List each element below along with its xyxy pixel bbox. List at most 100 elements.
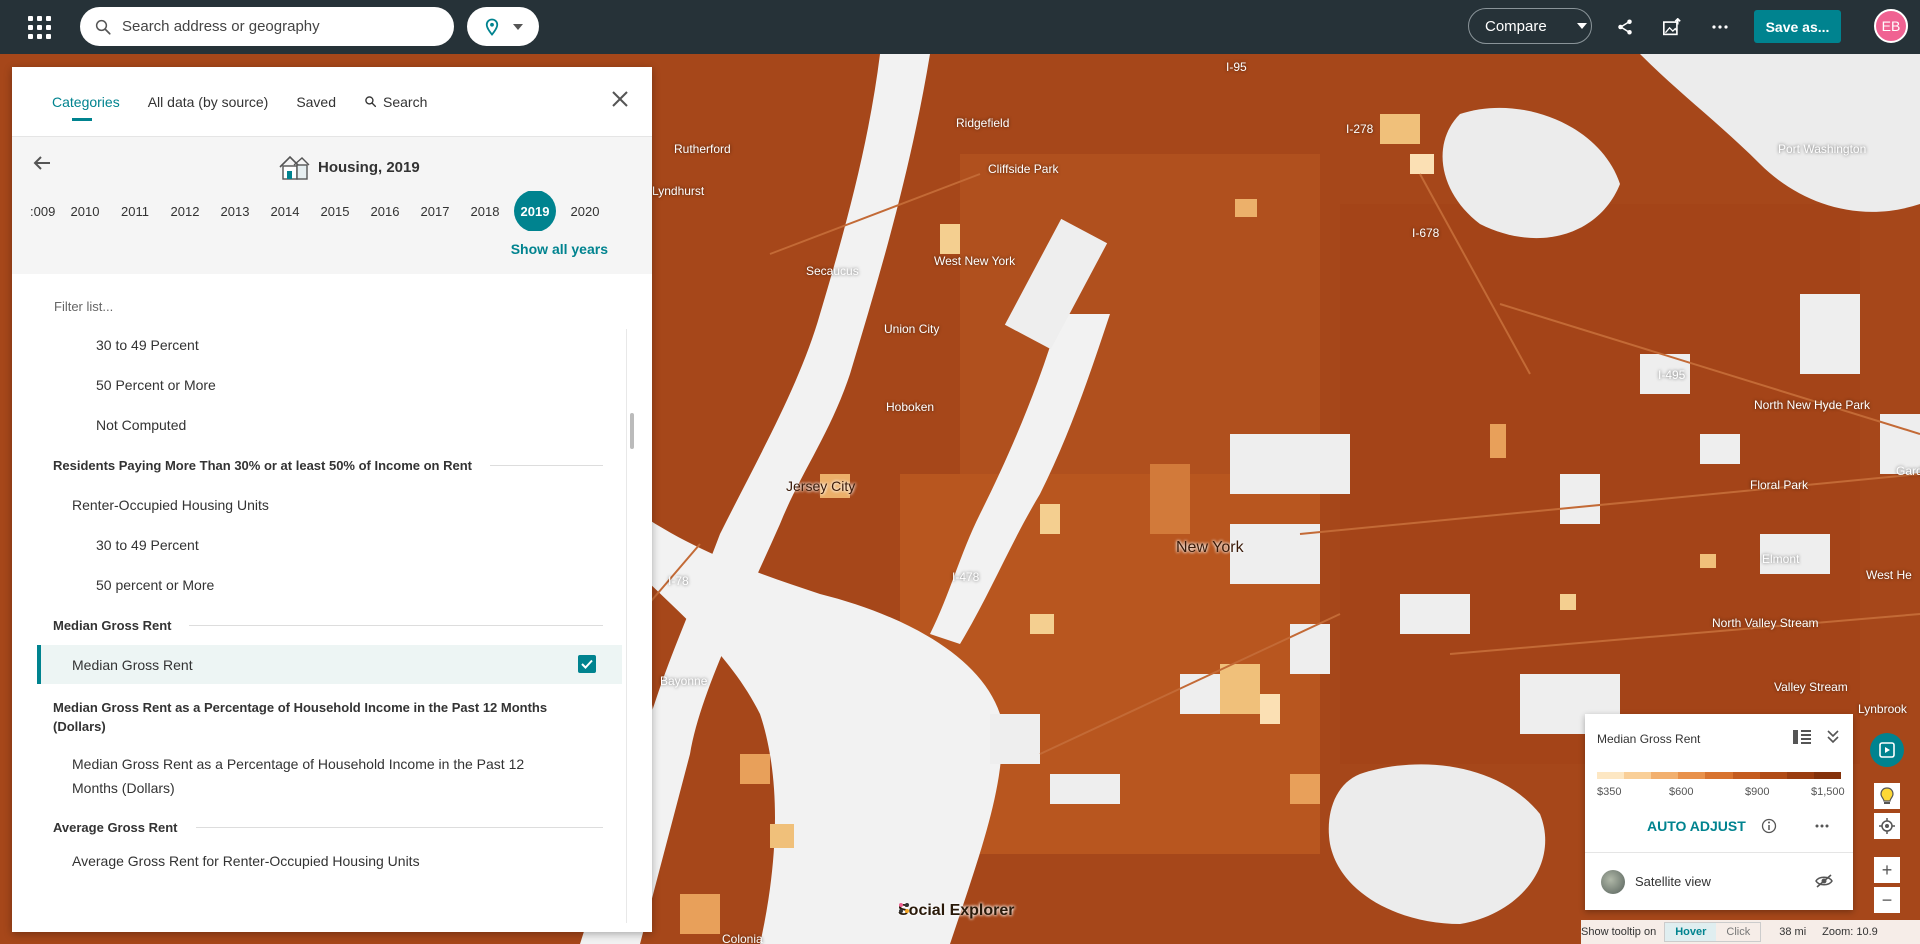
- compare-label: Compare: [1485, 17, 1547, 35]
- list-item[interactable]: Average Gross Rent for Renter-Occupied H…: [72, 853, 420, 869]
- map-label-colonia: Colonia: [722, 932, 763, 944]
- share-icon[interactable]: [1612, 14, 1638, 40]
- show-all-years-link[interactable]: Show all years: [511, 241, 608, 257]
- map-legend: Median Gross Rent $350 $600 $900 $1,500 …: [1585, 714, 1853, 910]
- map-label-secaucus: Secaucus: [806, 264, 859, 278]
- map-label-west-new-york: West New York: [934, 254, 1016, 268]
- avatar[interactable]: EB: [1874, 9, 1908, 43]
- checkbox-checked[interactable]: [578, 655, 596, 673]
- section-divider: [195, 827, 603, 828]
- legend-tick: $900: [1745, 786, 1770, 798]
- map-label-i278: I-278: [1346, 122, 1374, 136]
- legend-color-swatch: [1705, 772, 1733, 779]
- map-label-port-washington: Port Washington: [1778, 142, 1867, 156]
- brand-name: Social Explorer: [898, 902, 1015, 919]
- social-explorer-logo: Social Explorer: [898, 902, 1015, 920]
- year-item[interactable]: 2017: [410, 204, 460, 219]
- legend-tick: $350: [1597, 786, 1622, 798]
- map-label-north-valley-stream: North Valley Stream: [1712, 616, 1819, 630]
- year-item[interactable]: 2018: [460, 204, 510, 219]
- map-label-garde: Garde: [1896, 464, 1920, 478]
- section-divider: [189, 625, 603, 626]
- legend-color-swatch: [1651, 772, 1679, 779]
- list-item[interactable]: Renter-Occupied Housing Units: [72, 497, 269, 513]
- section-title-line: (Dollars): [53, 719, 106, 734]
- compare-button[interactable]: Compare: [1468, 8, 1592, 44]
- year-item[interactable]: 2015: [310, 204, 360, 219]
- year-item[interactable]: :009: [30, 204, 55, 219]
- tab-search[interactable]: Search: [364, 67, 427, 137]
- tooltip-mode-toggle: Hover Click: [1664, 922, 1762, 942]
- list-item-selected[interactable]: Median Gross Rent: [37, 645, 622, 684]
- map-label-west-he: West He: [1866, 568, 1912, 582]
- location-bulb-icon[interactable]: [1874, 783, 1900, 809]
- year-item[interactable]: 2013: [210, 204, 260, 219]
- list-item[interactable]: 30 to 49 Percent: [96, 537, 199, 553]
- legend-layout-icon[interactable]: [1793, 730, 1811, 744]
- info-icon[interactable]: [1761, 818, 1777, 839]
- dataset-title: Housing, 2019: [278, 153, 420, 181]
- map-label-jersey-city: Jersey City: [786, 478, 856, 494]
- search-box[interactable]: [80, 7, 454, 46]
- tab-saved[interactable]: Saved: [296, 67, 336, 137]
- list-item-label: Median Gross Rent: [72, 656, 193, 673]
- tab-categories[interactable]: Categories: [52, 67, 120, 137]
- auto-adjust-button[interactable]: AUTO ADJUST: [1647, 818, 1746, 834]
- year-item-selected[interactable]: 2019: [514, 191, 556, 231]
- my-location-icon[interactable]: [1874, 813, 1900, 839]
- legend-color-swatch: [1678, 772, 1706, 779]
- section-divider: [490, 465, 603, 466]
- year-item[interactable]: 2011: [110, 204, 160, 219]
- list-item[interactable]: 50 Percent or More: [96, 377, 216, 393]
- presentation-mode-button[interactable]: [1870, 733, 1904, 767]
- search-input[interactable]: [122, 18, 422, 35]
- list-item[interactable]: 50 percent or More: [96, 577, 214, 593]
- collapse-chevron-icon[interactable]: [1827, 730, 1839, 744]
- year-item[interactable]: 2010: [60, 204, 110, 219]
- year-item[interactable]: 2014: [260, 204, 310, 219]
- legend-color-swatch: [1759, 772, 1787, 779]
- section-header: Median Gross Rent as a Percentage of Hou…: [53, 700, 603, 734]
- more-options-icon[interactable]: [1707, 14, 1733, 40]
- map-label-lynbrook: Lynbrook: [1858, 702, 1907, 716]
- map-label-i495: I-495: [1658, 368, 1686, 382]
- tab-all-data[interactable]: All data (by source): [148, 67, 269, 137]
- close-icon[interactable]: [610, 89, 630, 109]
- back-arrow-icon[interactable]: [32, 153, 54, 175]
- section-title-line: Median Gross Rent as a Percentage of Hou…: [53, 700, 548, 715]
- save-as-button[interactable]: Save as...: [1754, 10, 1841, 43]
- apps-grid-icon[interactable]: [26, 14, 52, 40]
- chevron-down-icon: [1576, 23, 1587, 29]
- check-icon: [581, 659, 593, 669]
- export-image-icon[interactable]: [1659, 14, 1685, 40]
- year-item[interactable]: 2016: [360, 204, 410, 219]
- list-item[interactable]: Not Computed: [96, 417, 186, 433]
- list-item[interactable]: Median Gross Rent as a Percentage of Hou…: [72, 752, 524, 800]
- legend-color-swatch: [1597, 772, 1625, 779]
- list-item-label-line: Months (Dollars): [72, 780, 175, 796]
- eye-hidden-icon[interactable]: [1815, 874, 1833, 893]
- map-controls: + −: [1874, 783, 1900, 913]
- variable-list: 30 to 49 Percent 50 Percent or More Not …: [12, 338, 652, 932]
- map-label-i78: I-78: [668, 574, 689, 588]
- filter-bar: [12, 274, 652, 338]
- section-title: Average Gross Rent: [53, 820, 178, 835]
- play-slide-icon: [1879, 742, 1895, 758]
- dataset-title-text: Housing, 2019: [318, 158, 420, 176]
- filter-input[interactable]: [54, 298, 554, 314]
- year-item[interactable]: 2020: [560, 204, 610, 219]
- tooltip-hover-option[interactable]: Hover: [1665, 923, 1717, 941]
- map-label-union-city: Union City: [884, 322, 940, 336]
- list-item[interactable]: 30 to 49 Percent: [96, 338, 199, 353]
- map-label-i95: I-95: [1226, 60, 1247, 74]
- year-item[interactable]: 2012: [160, 204, 210, 219]
- zoom-level: Zoom: 10.9: [1822, 926, 1878, 938]
- geography-picker-button[interactable]: [467, 7, 539, 46]
- more-options-icon[interactable]: [1815, 818, 1829, 839]
- map-label-i478: I-478: [952, 570, 980, 584]
- map-label-north-new-hyde-park: North New Hyde Park: [1754, 398, 1871, 412]
- map-label-elmont: Elmont: [1762, 552, 1800, 566]
- tooltip-click-option[interactable]: Click: [1716, 923, 1760, 941]
- zoom-out-icon[interactable]: −: [1874, 887, 1900, 913]
- zoom-in-icon[interactable]: +: [1874, 857, 1900, 883]
